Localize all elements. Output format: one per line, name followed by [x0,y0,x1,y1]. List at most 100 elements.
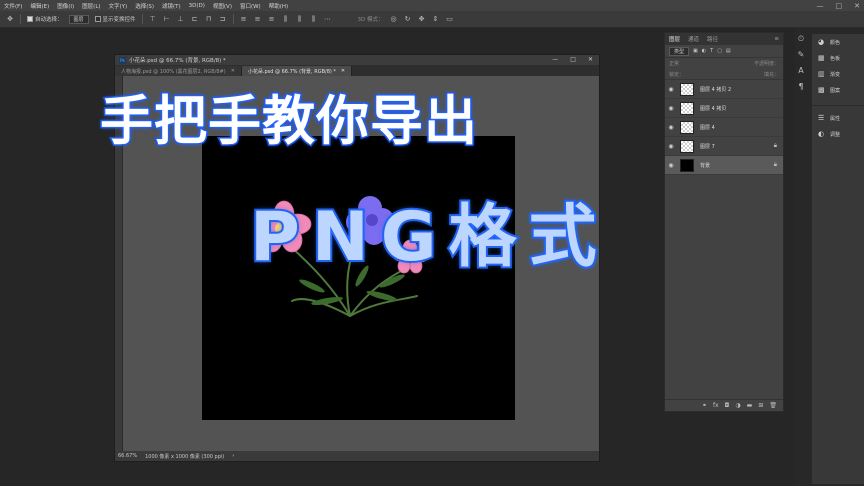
panel-label: 图案 [830,87,841,94]
close-icon[interactable]: ✕ [231,68,235,74]
auto-select-option[interactable]: 自动选择： [27,15,63,23]
lock-icon[interactable]: 🔒︎ [774,161,777,169]
menu-select[interactable]: 选择(S) [131,2,158,10]
new-group-icon[interactable]: ▬ [747,402,753,409]
auto-select-label: 自动选择： [35,17,63,23]
panel-adjustments[interactable]: ◐ 调整 [812,126,864,142]
layer-thumbnail [680,158,694,172]
panel-color[interactable]: ◕ 颜色 [812,34,864,50]
filter-shape-icon[interactable]: ▢ [717,48,722,54]
slide-3d-icon[interactable]: ⇕ [432,15,440,23]
menu-filter[interactable]: 滤镜(T) [158,2,185,10]
minimize-button[interactable]: — [817,2,824,10]
menu-bar: 文件(F) 编辑(E) 图像(I) 图层(L) 文字(Y) 选择(S) 滤镜(T… [0,0,864,11]
add-mask-icon[interactable]: ◘ [725,402,730,409]
filter-adjust-icon[interactable]: ◐ [702,48,706,54]
move-tool-icon[interactable]: ✥ [6,15,14,23]
eye-icon[interactable]: ◉ [665,143,677,150]
eye-icon[interactable]: ◉ [665,124,677,131]
menu-view[interactable]: 视图(V) [209,2,236,10]
document-titlebar[interactable]: Ps 小花朵.psd @ 66.7% (背景, RGB/8) * — □ ✕ [115,55,599,65]
show-transform-option[interactable]: 显示变换控件 [94,15,136,23]
menu-3d[interactable]: 3D(D) [185,3,209,9]
eye-icon[interactable]: ◉ [665,162,677,169]
right-panels: 图层 通道 路径 ≡ 类型 ▣ ◐ T ▢ ▤ 正常 不透明度： 锁定： 填充：… [664,28,864,486]
eye-icon[interactable]: ◉ [665,105,677,112]
menu-type[interactable]: 文字(Y) [105,2,132,10]
layer-row[interactable]: ◉ 背景 🔒︎ [665,156,783,175]
menu-edit[interactable]: 编辑(E) [26,2,53,10]
panel-menu-icon[interactable]: ≡ [774,36,779,42]
doc-minimize-button[interactable]: — [552,55,558,65]
layer-row[interactable]: ◉ 图层 4 [665,118,783,137]
delete-layer-icon[interactable]: 🗑︎ [769,402,777,409]
eye-icon[interactable]: ◉ [665,86,677,93]
tab-layers[interactable]: 图层 [669,35,680,43]
align-right-icon[interactable]: ⊐ [219,15,227,23]
tab-poster-doc[interactable]: 人物海报.psd @ 100% (黑花图层2, RGB/8#) ✕ [115,66,242,76]
align-middle-icon[interactable]: ⊢ [163,15,171,23]
menu-window[interactable]: 窗口(W) [236,2,265,10]
distribute-bottom-icon[interactable]: ≡ [268,15,276,23]
drag-3d-icon[interactable]: ✥ [418,15,426,23]
menu-file[interactable]: 文件(F) [0,2,26,10]
lock-row: 锁定： 填充： [665,69,783,80]
tab-flower-doc[interactable]: 小花朵.psd @ 66.7% (背景, RGB/8) * ✕ [241,66,353,76]
filter-type-icon[interactable]: T [710,48,713,54]
show-transform-checkbox[interactable] [94,16,101,22]
blend-mode-dropdown[interactable]: 正常 [669,60,679,67]
link-layers-icon[interactable]: ⚭ [702,402,707,409]
brush-settings-icon[interactable]: ✎ [796,50,806,60]
align-bottom-icon[interactable]: ⊥ [177,15,185,23]
distribute-center-icon[interactable]: ⫼ [296,15,304,23]
align-left-icon[interactable]: ⊏ [191,15,199,23]
roll-3d-icon[interactable]: ↻ [404,15,412,23]
menu-help[interactable]: 帮助(H) [265,2,292,10]
doc-close-button[interactable]: ✕ [588,55,593,65]
new-layer-icon[interactable]: ⊞ [758,402,763,409]
panel-gradients[interactable]: ▥ 渐变 [812,66,864,82]
panel-swatches[interactable]: ▦ 色板 [812,50,864,66]
zoom-level[interactable]: 66.67% [118,453,137,459]
document-tabs: 人物海报.psd @ 100% (黑花图层2, RGB/8#) ✕ 小花朵.ps… [115,65,599,76]
distribute-top-icon[interactable]: ≡ [240,15,248,23]
distribute-middle-icon[interactable]: ≡ [254,15,262,23]
paragraph-icon[interactable]: ¶ [796,82,806,92]
panel-properties[interactable]: ☰ 属性 [812,110,864,126]
panel-patterns[interactable]: ▩ 图案 [812,82,864,98]
doc-maximize-button[interactable]: □ [570,55,576,65]
fx-icon[interactable]: fx [713,402,719,409]
orbit-3d-icon[interactable]: ◎ [390,15,398,23]
auto-select-dropdown[interactable]: 图层 [68,14,89,24]
distribute-left-icon[interactable]: ⫼ [282,15,290,23]
more-options-icon[interactable]: ⋯ [324,15,332,23]
layer-row[interactable]: ◉ 图层 4 拷贝 2 [665,80,783,99]
close-button[interactable]: ✕ [854,2,860,10]
lock-icon[interactable]: 🔒︎ [774,142,777,150]
panel-label: 调整 [830,131,841,138]
distribute-right-icon[interactable]: ⫼ [310,15,318,23]
align-center-icon[interactable]: ⊓ [205,15,213,23]
scale-3d-icon[interactable]: ▭ [446,15,454,23]
layer-row[interactable]: ◉ 图层 4 拷贝 [665,99,783,118]
lock-label: 锁定： [669,71,685,78]
character-icon[interactable]: A [796,66,806,76]
filter-smart-icon[interactable]: ▤ [726,48,731,54]
layer-row[interactable]: ◉ 图层 7 🔒︎ [665,137,783,156]
layer-filter-dropdown[interactable]: 类型 [669,46,690,56]
chevron-right-icon[interactable]: › [232,453,234,459]
tab-channels[interactable]: 通道 [688,35,699,43]
document-info[interactable]: 1000 像素 x 1000 像素 (300 ppi) [145,453,224,460]
adjustment-layer-icon[interactable]: ◑ [735,402,740,409]
filter-pixel-icon[interactable]: ▣ [693,48,698,54]
panel-label: 色板 [830,55,841,62]
close-icon[interactable]: ✕ [341,68,345,74]
auto-select-checkbox[interactable] [27,16,33,22]
maximize-button[interactable]: □ [836,2,843,10]
history-icon[interactable]: ⏲ [796,34,806,44]
menu-layer[interactable]: 图层(L) [78,2,104,10]
menu-image[interactable]: 图像(I) [53,2,78,10]
divider [232,14,234,24]
tab-paths[interactable]: 路径 [707,35,718,43]
align-top-icon[interactable]: ⊤ [149,15,157,23]
